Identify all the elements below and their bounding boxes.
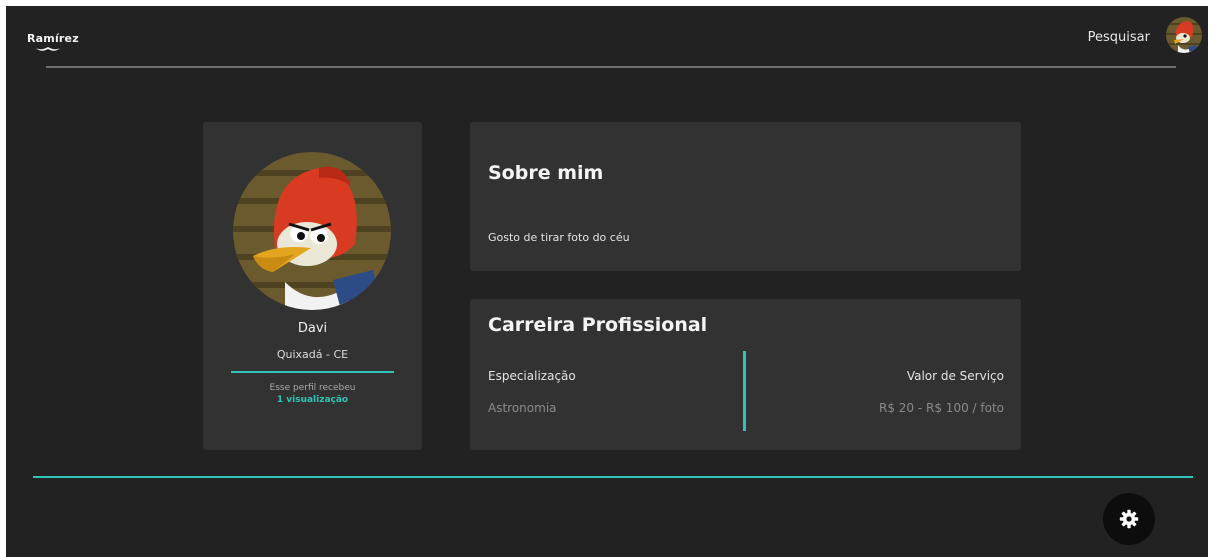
profile-name: Davi xyxy=(297,321,328,336)
profile-views-text: Esse perfil recebeu xyxy=(269,383,356,393)
logo[interactable]: Ramírez xyxy=(27,28,79,56)
logo-text: Ramírez xyxy=(27,32,79,45)
service-price-label: Valor de Serviço xyxy=(906,369,1004,383)
specialization-label: Especialização xyxy=(488,369,576,383)
gear-icon xyxy=(1119,509,1139,529)
profile-location: Quixadá - CE xyxy=(276,348,349,361)
woodpecker-avatar-image xyxy=(1166,17,1202,53)
career-card: Carreira Profissional Especialização Ast… xyxy=(470,299,1021,450)
profile-views-count: 1 visualização xyxy=(276,395,349,405)
header-avatar[interactable] xyxy=(1166,17,1202,53)
profile-divider xyxy=(231,371,394,373)
profile-avatar xyxy=(233,152,391,310)
career-title: Carreira Profissional xyxy=(488,314,708,336)
about-title: Sobre mim xyxy=(488,162,604,184)
service-price-value: R$ 20 - R$ 100 / foto xyxy=(879,401,1004,415)
app-window: Ramírez Pesquisar Davi Quixadá - CE Esse… xyxy=(6,6,1208,557)
search-link[interactable]: Pesquisar xyxy=(1088,30,1150,45)
specialization-value: Astronomia xyxy=(488,401,557,415)
about-text: Gosto de tirar foto do céu xyxy=(488,231,630,244)
settings-button[interactable] xyxy=(1103,493,1155,545)
header-divider xyxy=(46,66,1176,68)
footer-divider xyxy=(33,476,1193,478)
woodpecker-avatar-image xyxy=(233,152,391,310)
mustache-icon xyxy=(36,47,60,51)
profile-card: Davi Quixadá - CE Esse perfil recebeu 1 … xyxy=(203,122,422,450)
about-card: Sobre mim Gosto de tirar foto do céu xyxy=(470,122,1021,271)
career-divider xyxy=(743,351,746,431)
